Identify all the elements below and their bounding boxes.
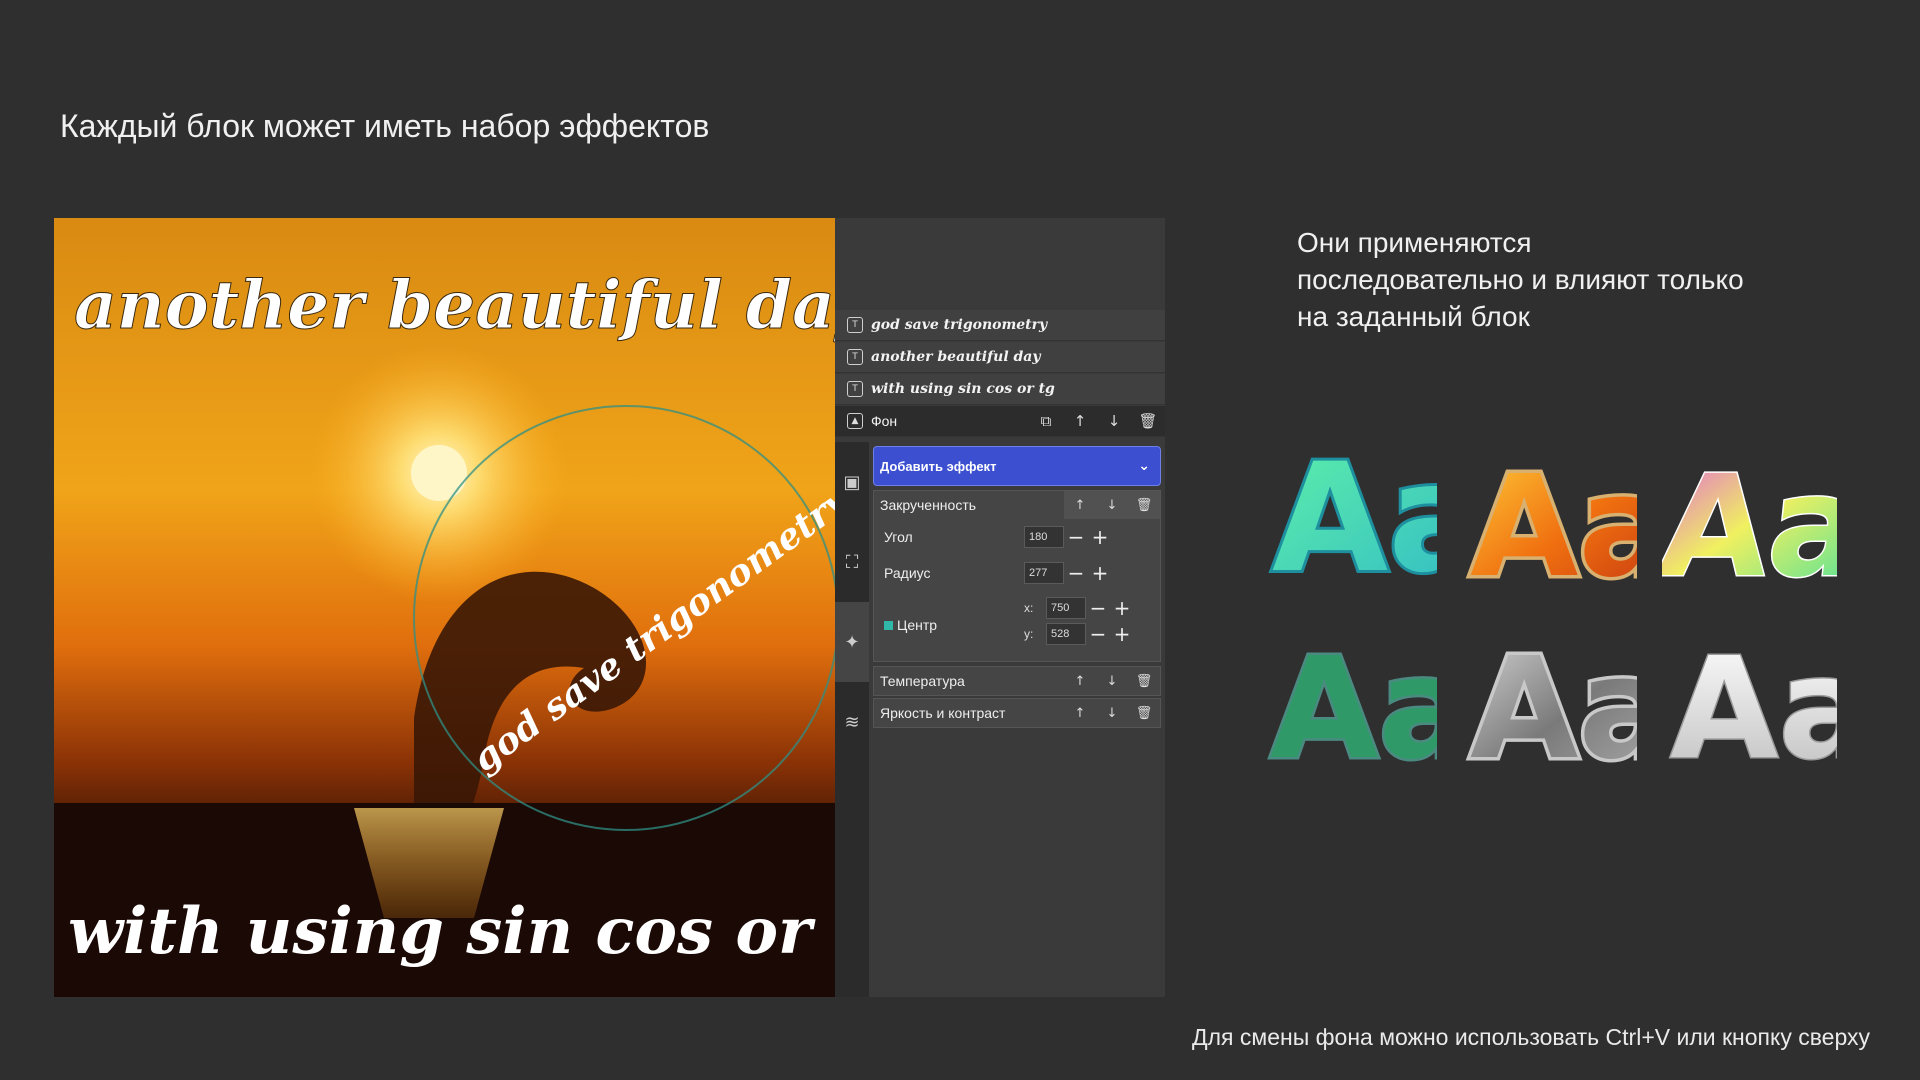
- layer-item[interactable]: T another beautiful day: [835, 342, 1165, 373]
- plus-icon[interactable]: +: [1110, 596, 1134, 620]
- effect-temperature: Температура ↑ ↓ 🗑: [873, 666, 1161, 696]
- effects-panel: Добавить эффект ⌄ Закрученность ↑ ↓ 🗑 Уг…: [873, 446, 1161, 728]
- plus-icon[interactable]: +: [1088, 561, 1112, 585]
- layer-label: god save trigonometry: [871, 317, 1048, 333]
- arrow-up-icon[interactable]: ↑: [1064, 667, 1096, 695]
- effect-name: Яркость и контраст: [880, 705, 1006, 721]
- side-note-line: Они применяются: [1297, 227, 1532, 258]
- effect-actions: ↑ ↓ 🗑: [1064, 699, 1160, 727]
- slide-title: Каждый блок может иметь набор эффектов: [60, 108, 710, 144]
- param-label: Угол: [884, 529, 913, 545]
- arrow-up-icon[interactable]: ↑: [1064, 491, 1096, 519]
- magic-wand-icon[interactable]: ✦: [835, 602, 869, 682]
- arrow-down-icon[interactable]: ↓: [1096, 699, 1128, 727]
- arrow-down-icon[interactable]: ↓: [1096, 667, 1128, 695]
- param-label: Радиус: [884, 565, 931, 581]
- canvas-text-top[interactable]: another beautiful day: [74, 266, 836, 345]
- plus-icon[interactable]: +: [1110, 622, 1134, 646]
- glyph-text: Aa: [1470, 628, 1637, 772]
- minus-icon[interactable]: −: [1064, 561, 1088, 585]
- trash-icon[interactable]: 🗑: [1131, 406, 1165, 436]
- effect-header[interactable]: Закрученность ↑ ↓ 🗑: [874, 491, 1160, 519]
- text-layer-icon: T: [847, 381, 863, 397]
- layer-label: another beautiful day: [871, 349, 1041, 365]
- sample-fire-glitter: Aa: [1462, 440, 1638, 600]
- glyph-text: Aa: [1470, 446, 1637, 590]
- layer-item[interactable]: T with using sin cos or tg: [835, 374, 1165, 405]
- canvas-text-bottom[interactable]: with using sin cos or tg: [68, 894, 835, 969]
- axis-label: x:: [1024, 601, 1034, 615]
- sun: [411, 445, 467, 501]
- plus-icon[interactable]: +: [1088, 525, 1112, 549]
- sample-rainbow-swirl: Aa: [1662, 440, 1837, 600]
- param-center: Центр x: 750 − + y: 528 − +: [874, 591, 1160, 661]
- arrow-down-icon[interactable]: ↓: [1096, 491, 1128, 519]
- trash-icon[interactable]: 🗑: [1128, 491, 1160, 519]
- effect-header[interactable]: Яркость и контраст ↑ ↓ 🗑: [874, 699, 1160, 727]
- glyph-text: Aa: [1272, 432, 1437, 590]
- glyph-text: Aa: [1670, 628, 1837, 772]
- layer-item[interactable]: T god save trigonometry: [835, 310, 1165, 341]
- add-effect-dropdown[interactable]: Добавить эффект ⌄: [873, 446, 1161, 486]
- center-y-row: y: 528 − +: [1024, 622, 1134, 646]
- arrow-down-icon[interactable]: ↓: [1097, 406, 1131, 436]
- arrow-up-icon[interactable]: ↑: [1064, 699, 1096, 727]
- fullscreen-icon[interactable]: ⛶: [835, 522, 869, 602]
- copy-icon[interactable]: ⧉: [1029, 406, 1063, 436]
- canvas-preview[interactable]: another beautiful day god save trigonome…: [54, 218, 835, 997]
- center-color-swatch: [884, 620, 893, 630]
- effect-name: Температура: [880, 673, 965, 689]
- sample-silver-glitter: Aa: [1462, 622, 1638, 782]
- layer-label: with using sin cos or tg: [871, 381, 1055, 397]
- radius-input[interactable]: 277: [1024, 562, 1064, 584]
- minus-icon[interactable]: −: [1086, 596, 1110, 620]
- sample-green-noise: Aa: [1262, 622, 1438, 782]
- effect-actions: ↑ ↓ 🗑: [1064, 667, 1160, 695]
- image-layer-icon: ▲: [847, 413, 863, 429]
- axis-label: y:: [1024, 627, 1034, 641]
- param-angle: Угол 180 − +: [874, 519, 1160, 555]
- effect-swirl: Закрученность ↑ ↓ 🗑 Угол 180 − + Радиус …: [873, 490, 1161, 662]
- layers-list: T god save trigonometry T another beauti…: [835, 310, 1165, 438]
- chevron-down-icon: ⌄: [1138, 458, 1150, 474]
- trash-icon[interactable]: 🗑: [1128, 699, 1160, 727]
- layer-label: Фон: [871, 413, 898, 429]
- glyph-text: Aa: [1662, 446, 1837, 590]
- param-radius: Радиус 277 − +: [874, 555, 1160, 591]
- text-layer-icon: T: [847, 349, 863, 365]
- sample-chrome-white: Aa: [1662, 622, 1838, 782]
- layer-item-background[interactable]: ▲ Фон ⧉ ↑ ↓ 🗑: [835, 406, 1165, 437]
- effect-header[interactable]: Температура ↑ ↓ 🗑: [874, 667, 1160, 695]
- angle-input[interactable]: 180: [1024, 526, 1064, 548]
- layers-icon[interactable]: ≋: [835, 682, 869, 762]
- add-effect-label: Добавить эффект: [880, 458, 997, 474]
- sample-teal-outline: Aa: [1262, 430, 1437, 590]
- arrow-up-icon[interactable]: ↑: [1063, 406, 1097, 436]
- side-note-line: на заданный блок: [1297, 301, 1530, 332]
- effect-name: Закрученность: [880, 497, 977, 513]
- side-note-line: последовательно и влияют только: [1297, 264, 1744, 295]
- minus-icon[interactable]: −: [1086, 622, 1110, 646]
- text-layer-icon: T: [847, 317, 863, 333]
- layer-actions: ⧉ ↑ ↓ 🗑: [1029, 406, 1165, 436]
- center-y-input[interactable]: 528: [1046, 623, 1086, 645]
- footer-note: Для смены фона можно использовать Ctrl+V…: [1192, 1024, 1870, 1050]
- trash-icon[interactable]: 🗑: [1128, 667, 1160, 695]
- glyph-text: Aa: [1270, 628, 1437, 772]
- center-x-input[interactable]: 750: [1046, 597, 1086, 619]
- side-note: Они применяются последовательно и влияют…: [1297, 224, 1857, 335]
- param-label: Центр: [897, 617, 938, 633]
- minus-icon[interactable]: −: [1064, 525, 1088, 549]
- editor-panel: T god save trigonometry T another beauti…: [835, 218, 1165, 997]
- center-label: Центр: [884, 617, 937, 633]
- side-tabs: ▣ ⛶ ✦ ≋: [835, 442, 869, 997]
- image-icon[interactable]: ▣: [835, 442, 869, 522]
- center-x-row: x: 750 − +: [1024, 596, 1134, 620]
- effect-brightness-contrast: Яркость и контраст ↑ ↓ 🗑: [873, 698, 1161, 728]
- effect-actions: ↑ ↓ 🗑: [1064, 491, 1160, 519]
